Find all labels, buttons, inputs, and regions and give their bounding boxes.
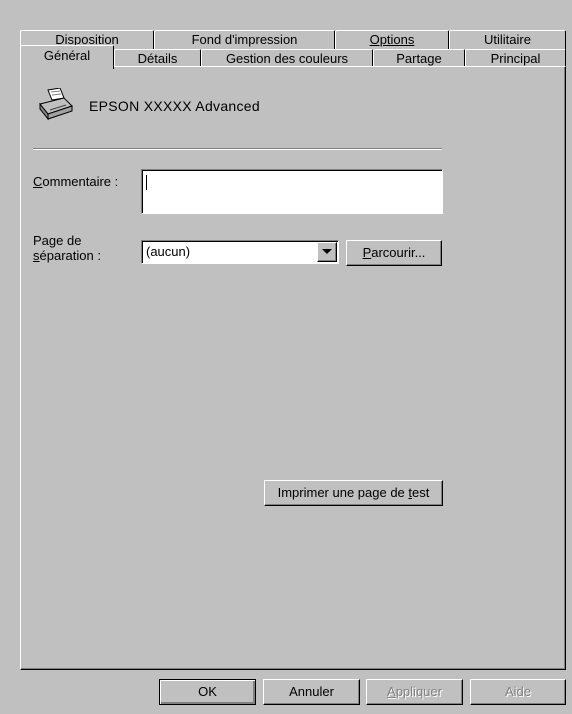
general-tab-panel xyxy=(20,66,566,670)
tab-label: Partage xyxy=(396,51,442,66)
apply-button[interactable]: Appliquer xyxy=(366,679,463,705)
tab-label-text: Options xyxy=(369,32,415,47)
cancel-label: Annuler xyxy=(289,684,334,699)
ok-button[interactable]: OK xyxy=(159,679,256,705)
help-label: Aide xyxy=(504,684,532,699)
ok-label: OK xyxy=(198,684,217,699)
browse-label: arcourir... xyxy=(371,245,426,260)
comment-label-text: ommentaire : xyxy=(42,174,119,189)
text-cursor xyxy=(146,175,147,190)
separator-select-value: (aucun) xyxy=(146,244,191,259)
printer-icon xyxy=(36,87,76,122)
tab-label: Options xyxy=(370,32,415,47)
tab-label: Principal xyxy=(490,51,541,66)
separator-label-line1: Page de xyxy=(33,233,82,248)
separator-label-text: éparation : xyxy=(39,248,101,263)
tab-utilitaire[interactable]: Utilitaire xyxy=(449,30,566,50)
active-tab-joint xyxy=(21,66,113,68)
divider xyxy=(33,148,442,150)
test-page-label-post: est xyxy=(412,485,430,500)
cancel-button[interactable]: Annuler xyxy=(263,679,360,705)
apply-accel: A xyxy=(387,684,396,699)
comment-field[interactable] xyxy=(141,169,443,214)
separator-page-select[interactable]: (aucun) xyxy=(141,240,339,264)
browse-button[interactable]: Parcourir... xyxy=(346,240,442,266)
printer-name: EPSON XXXXX Advanced xyxy=(89,98,260,114)
separator-page-label: Page de séparation : xyxy=(33,233,101,263)
print-test-page-button[interactable]: Imprimer une page de test xyxy=(264,480,443,506)
comment-label-accel: C xyxy=(33,174,43,189)
tab-label: Général xyxy=(43,48,91,63)
tab-options[interactable]: Options xyxy=(335,30,449,50)
help-button[interactable]: Aide xyxy=(470,679,566,705)
tab-label: Fond d'impression xyxy=(191,32,298,47)
browse-accel: P xyxy=(362,245,372,260)
chevron-down-icon xyxy=(322,249,332,254)
comment-label: Commentaire : xyxy=(33,174,118,189)
tab-label: Utilitaire xyxy=(484,32,531,47)
test-page-label-pre: Imprimer une page de xyxy=(277,485,409,500)
tab-label: Gestion des couleurs xyxy=(225,51,349,66)
separator-label-line2: séparation : xyxy=(33,248,101,263)
tab-fond-impression[interactable]: Fond d'impression xyxy=(154,30,335,50)
dropdown-button[interactable] xyxy=(317,242,337,262)
apply-label: ppliquer xyxy=(395,684,442,699)
tab-label: Détails xyxy=(137,51,178,66)
